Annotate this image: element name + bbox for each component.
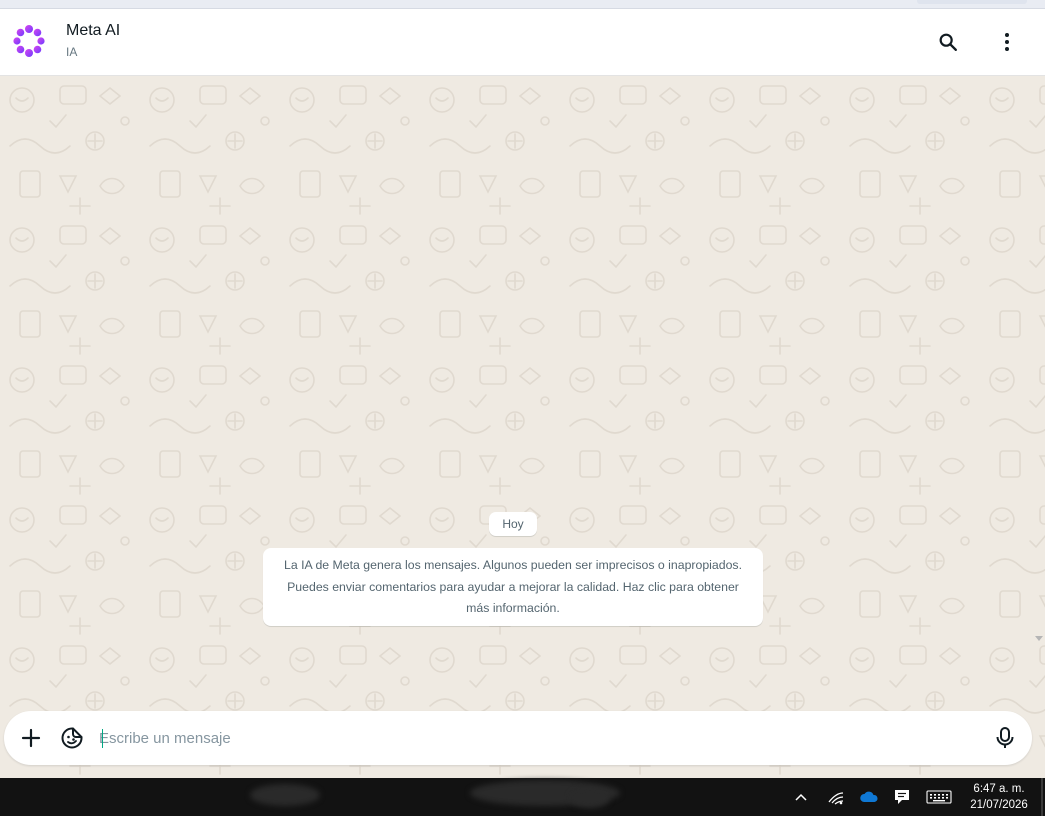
search-icon: [939, 33, 957, 51]
date-separator: Hoy: [489, 512, 537, 536]
more-vertical-icon: [1005, 33, 1009, 51]
system-message[interactable]: La IA de Meta genera los mensajes. Algun…: [263, 548, 763, 626]
show-desktop-strip[interactable]: [1041, 778, 1043, 816]
keyboard-icon[interactable]: [925, 787, 953, 807]
clock-time: 6:47 a. m.: [973, 783, 1025, 795]
voice-message-button[interactable]: [992, 725, 1018, 751]
sticker-button[interactable]: [59, 725, 85, 751]
wifi-icon[interactable]: [826, 787, 846, 807]
contact-name[interactable]: Meta AI: [66, 22, 120, 40]
browser-tab-edge: [917, 0, 1027, 4]
onedrive-cloud-icon[interactable]: [858, 787, 880, 807]
taskbar-reflection: [570, 788, 610, 808]
browser-top-strip: [0, 0, 1045, 9]
doodle-pattern: [0, 76, 1045, 778]
attach-button[interactable]: [18, 725, 44, 751]
search-button[interactable]: [935, 29, 961, 55]
menu-button[interactable]: [994, 29, 1020, 55]
plus-icon: [21, 728, 41, 748]
system-clock[interactable]: 6:47 a. m. 21/07/2026: [962, 781, 1036, 813]
microphone-icon: [996, 727, 1014, 748]
chevron-up-icon[interactable]: [792, 787, 810, 807]
notification-icon[interactable]: [891, 787, 913, 807]
sticker-icon: [61, 727, 83, 749]
message-input[interactable]: [99, 724, 959, 752]
taskbar-reflection: [250, 784, 320, 806]
contact-subtitle: IA: [66, 45, 78, 59]
scroll-down-arrow-icon[interactable]: [1035, 636, 1043, 641]
meta-ai-ring-icon[interactable]: [10, 22, 48, 60]
text-caret: [102, 729, 103, 748]
chat-header: Meta AI IA: [0, 9, 1045, 76]
message-composer: [4, 711, 1032, 765]
chat-background: Hoy La IA de Meta genera los mensajes. A…: [0, 76, 1045, 778]
windows-taskbar: 6:47 a. m. 21/07/2026: [0, 778, 1045, 816]
clock-date: 21/07/2026: [970, 799, 1028, 811]
